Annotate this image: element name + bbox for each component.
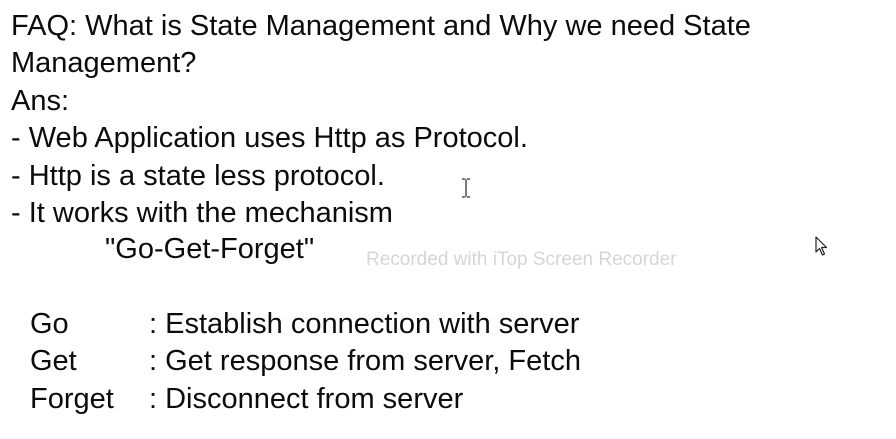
definition-description: : Establish connection with server [149,308,580,340]
definition-term: Go [30,308,69,340]
definition-term: Forget [30,383,114,415]
answer-label: Ans: [11,85,70,117]
mouse-pointer-icon [815,236,828,256]
i-beam-cursor-icon [462,178,470,198]
question-line-1: FAQ: What is State Management and Why we… [11,10,751,42]
definition-term: Get [30,345,77,377]
question-line-2: Management? [11,47,197,79]
bullet-item: - It works with the mechanism [11,197,393,229]
definition-description: : Disconnect from server [149,383,464,415]
bullet-item: - Http is a state less protocol. [11,160,385,192]
bullet-item: - Web Application uses Http as Protocol. [11,122,528,154]
definition-row: Forget : Disconnect from server [30,381,463,418]
mechanism-name: "Go-Get-Forget" [105,233,315,265]
recorder-watermark: Recorded with iTop Screen Recorder [366,249,677,270]
definition-row: Go : Establish connection with server [30,306,579,343]
slide-document: FAQ: What is State Management and Why we… [0,0,896,439]
definition-description: : Get response from server, Fetch [149,345,581,377]
definition-row: Get : Get response from server, Fetch [30,343,581,380]
